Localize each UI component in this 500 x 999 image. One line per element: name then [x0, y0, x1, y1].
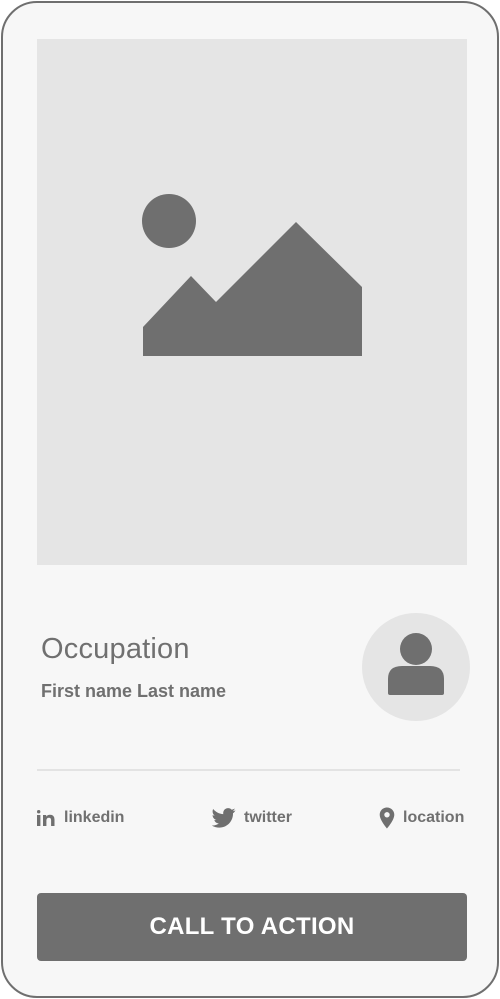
linkedin-label: linkedin	[64, 809, 125, 826]
profile-card: Occupation First name Last name linkedin…	[1, 1, 499, 998]
hero-image-placeholder	[37, 39, 467, 565]
twitter-label: twitter	[244, 809, 292, 826]
linkedin-link[interactable]: linkedin	[36, 805, 124, 831]
twitter-bird-icon	[211, 808, 236, 828]
image-placeholder-icon	[142, 194, 362, 356]
occupation-title: Occupation	[41, 633, 190, 665]
call-to-action-button[interactable]: CALL TO ACTION	[37, 893, 467, 961]
linkedin-icon	[36, 809, 56, 827]
user-icon	[388, 633, 444, 695]
divider	[37, 769, 460, 771]
person-name: First name Last name	[41, 681, 227, 701]
location-label: location	[403, 809, 465, 826]
location-link[interactable]: location	[379, 805, 464, 831]
map-pin-icon	[379, 807, 395, 829]
avatar	[362, 613, 470, 721]
twitter-link[interactable]: twitter	[211, 805, 292, 831]
